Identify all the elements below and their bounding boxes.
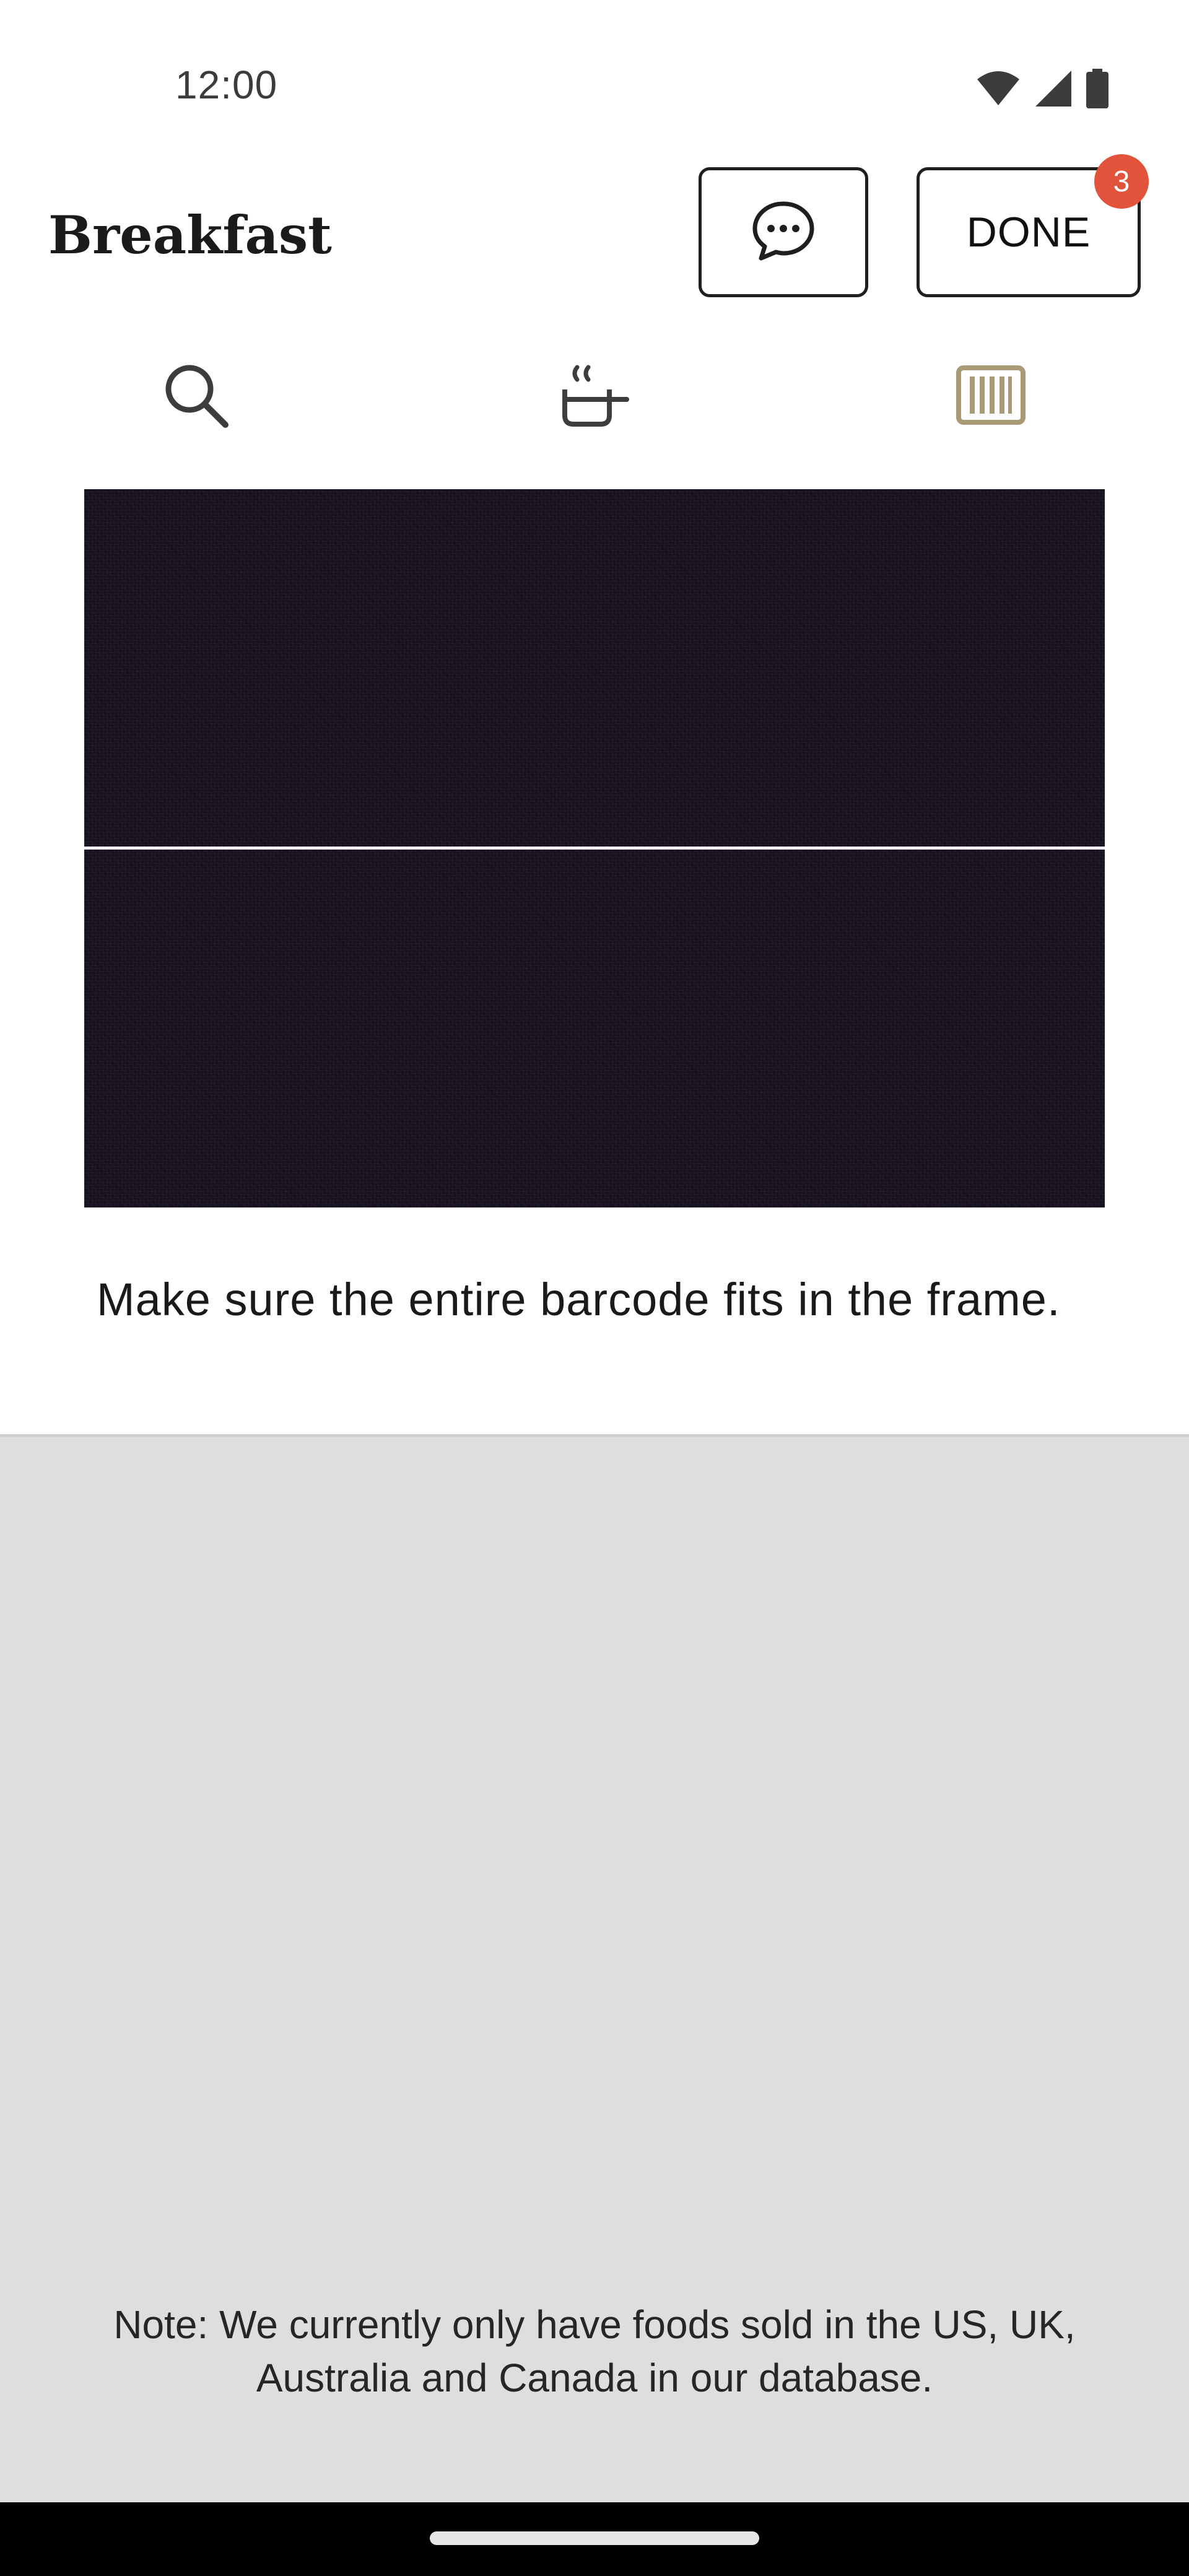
search-icon (161, 360, 230, 433)
notification-badge: 3 (1094, 154, 1149, 209)
chat-bubble-icon (751, 200, 816, 265)
status-time: 12:00 (175, 63, 278, 107)
mode-tabs (0, 328, 1189, 452)
done-button[interactable]: DONE 3 (917, 154, 1149, 297)
scanner-hint: Make sure the entire barcode fits in the… (97, 1274, 1061, 1325)
hint-panel: Make sure the entire barcode fits in the… (0, 1263, 1189, 1437)
done-button-label: DONE (966, 209, 1091, 256)
header: Breakfast DONE 3 (0, 142, 1189, 328)
tab-barcode[interactable] (947, 353, 1034, 440)
status-bar: 12:00 (0, 0, 1189, 142)
home-gesture-handle[interactable] (430, 2531, 759, 2545)
info-area: Note: We currently only have foods sold … (0, 1437, 1189, 2502)
cellular-signal-icon (1034, 69, 1073, 111)
database-note: Note: We currently only have foods sold … (113, 2302, 1076, 2400)
recipes-pot-icon (556, 361, 630, 432)
scan-line (84, 846, 1105, 850)
battery-icon (1086, 68, 1108, 111)
chat-button[interactable] (699, 167, 868, 297)
system-nav-bar (0, 2502, 1189, 2576)
tab-recipes[interactable] (550, 353, 637, 440)
camera-viewfinder (84, 489, 1105, 1208)
tab-search[interactable] (152, 353, 239, 440)
barcode-icon (956, 365, 1026, 428)
page-title: Breakfast (48, 204, 332, 266)
wifi-icon (976, 71, 1021, 110)
status-icons (976, 68, 1108, 111)
